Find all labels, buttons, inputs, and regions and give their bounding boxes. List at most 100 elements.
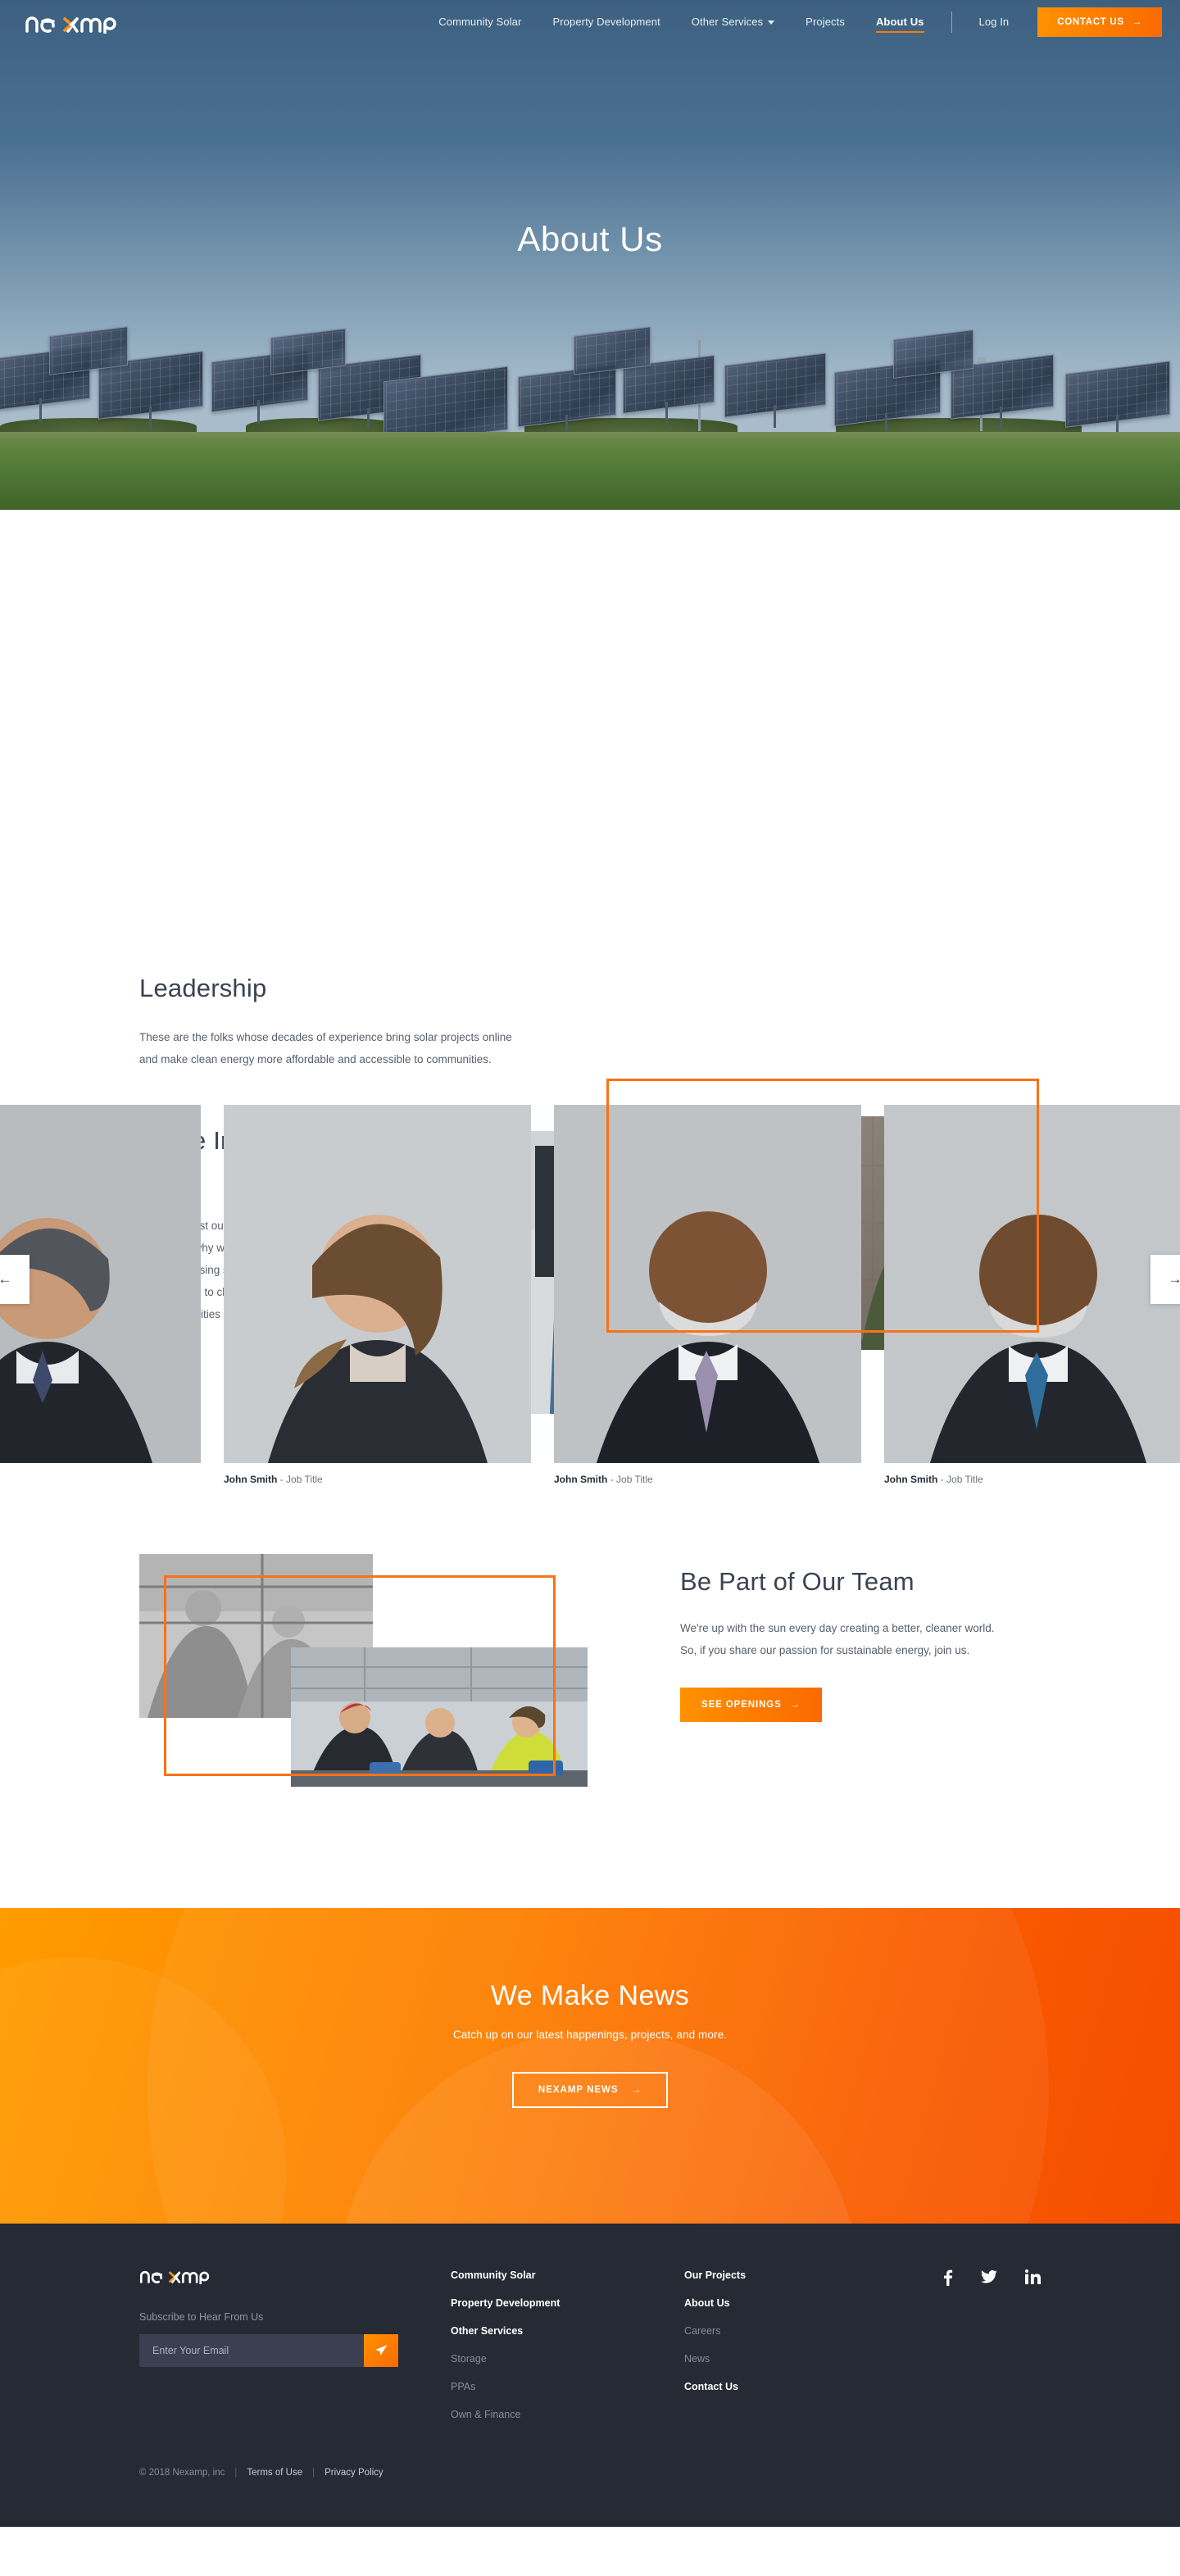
footer-link-ppas[interactable]: PPAs xyxy=(451,2381,684,2392)
nav-item-projects[interactable]: Projects xyxy=(790,0,860,44)
orange-accent-frame xyxy=(164,1574,556,1776)
nexamp-news-label: NEXAMP NEWS xyxy=(538,2084,619,2095)
news-cta-section: We Make News Catch up on our latest happ… xyxy=(0,1907,1180,2224)
footer-link-own-and-finance[interactable]: Own & Finance xyxy=(451,2409,684,2420)
subscribe-heading: Subscribe to Hear From Us xyxy=(139,2310,264,2323)
leadership-name-label: John Smith - Job Title xyxy=(554,1474,861,1485)
news-content: We Make News Catch up on our latest happ… xyxy=(0,1908,1180,2108)
contact-us-button[interactable]: CONTACT US → xyxy=(1037,7,1162,37)
login-link[interactable]: Log In xyxy=(964,0,1025,44)
see-openings-button[interactable]: SEE OPENINGS → xyxy=(680,1688,823,1723)
nav-divider xyxy=(951,11,952,33)
nexamp-logo-icon xyxy=(139,2270,210,2285)
facebook-icon xyxy=(944,2269,953,2286)
footer-link-other-services[interactable]: Other Services xyxy=(451,2325,684,2337)
terms-of-use-link[interactable]: Terms of Use xyxy=(247,2468,302,2478)
carousel-next-button[interactable]: → xyxy=(1150,1254,1180,1304)
footer-link-property-development[interactable]: Property Development xyxy=(451,2297,684,2309)
leadership-name-label: John Smith - Job Title xyxy=(224,1474,531,1485)
twitter-link[interactable] xyxy=(981,2268,997,2437)
portrait-photo xyxy=(0,1104,201,1463)
leadership-separator: - xyxy=(277,1473,287,1485)
team-copy-block: Be Part of Our Team We're up with the su… xyxy=(680,1565,1008,1723)
footer-link-storage[interactable]: Storage xyxy=(451,2353,684,2365)
footer-logo[interactable] xyxy=(139,2266,213,2288)
footer-link-our-projects[interactable]: Our Projects xyxy=(684,2269,852,2281)
nav-label: Community Solar xyxy=(438,16,522,28)
legal-separator: | xyxy=(234,2467,238,2478)
nav-label: Projects xyxy=(806,16,845,28)
email-field[interactable] xyxy=(139,2333,364,2367)
leadership-name-label: John Smith - Job Title xyxy=(0,1474,201,1485)
leadership-separator: - xyxy=(607,1473,617,1485)
nexamp-news-button[interactable]: NEXAMP NEWS → xyxy=(511,2071,669,2108)
linkedin-icon xyxy=(1025,2269,1041,2284)
long-run-section: We’re In It For The Long Run Solar isn’t… xyxy=(0,510,1180,1414)
footer-columns: Subscribe to Hear From Us Community Sola… xyxy=(139,2266,1041,2437)
privacy-policy-link[interactable]: Privacy Policy xyxy=(324,2468,384,2478)
arrow-right-icon: → xyxy=(790,1700,801,1711)
news-subtitle: Catch up on our latest happenings, proje… xyxy=(452,2028,728,2041)
paper-plane-icon xyxy=(374,2345,388,2356)
legal-separator: | xyxy=(312,2467,315,2478)
footer-social-links xyxy=(942,2266,1041,2437)
leadership-title: Job Title xyxy=(616,1473,653,1485)
leadership-name: John Smith xyxy=(884,1473,938,1485)
subscribe-form xyxy=(139,2333,398,2367)
copyright-text: © 2018 Nexamp, inc xyxy=(139,2467,225,2478)
team-title: Be Part of Our Team xyxy=(680,1566,914,1596)
orange-accent-frame xyxy=(606,1079,1039,1333)
site-footer: Subscribe to Hear From Us Community Sola… xyxy=(0,2223,1180,2527)
site-logo[interactable] xyxy=(25,11,121,34)
footer-subscribe-column: Subscribe to Hear From Us xyxy=(139,2266,451,2437)
twitter-icon xyxy=(981,2269,997,2283)
see-openings-label: SEE OPENINGS xyxy=(701,1700,782,1711)
leadership-card[interactable]: John Smith - Job Title xyxy=(0,1104,201,1485)
leadership-title: Job Title xyxy=(286,1473,323,1485)
team-body: We're up with the sun every day creating… xyxy=(680,1622,995,1657)
leadership-name: John Smith xyxy=(224,1473,278,1485)
nav-item-community-solar[interactable]: Community Solar xyxy=(423,0,537,44)
nav-label: About Us xyxy=(875,16,924,28)
nav-label: Property Development xyxy=(552,16,660,28)
contact-us-label: CONTACT US xyxy=(1057,17,1124,27)
leadership-card[interactable]: John Smith - Job Title xyxy=(224,1104,531,1485)
nexamp-logo-icon xyxy=(25,16,116,34)
portrait-photo xyxy=(224,1104,531,1463)
footer-link-news[interactable]: News xyxy=(684,2353,852,2365)
leadership-separator: - xyxy=(937,1473,947,1485)
carousel-prev-button[interactable]: ← xyxy=(0,1254,30,1304)
footer-link-column-services: Community Solar Property Development Oth… xyxy=(451,2266,684,2437)
arrow-right-icon: → xyxy=(1132,17,1142,27)
team-section: Be Part of Our Team We're up with the su… xyxy=(0,1523,1180,1908)
leadership-name-label: John Smith - Job Title xyxy=(884,1474,1180,1485)
leadership-title: Job Title xyxy=(946,1473,983,1485)
top-navigation-bar: Community Solar Property Development Oth… xyxy=(0,0,1180,44)
arrow-left-icon: ← xyxy=(0,1270,12,1287)
news-title: We Make News xyxy=(490,1979,690,2011)
leadership-name: John Smith xyxy=(554,1473,608,1485)
nav-item-other-services[interactable]: Other Services xyxy=(676,0,790,44)
nav-label: Other Services xyxy=(691,16,764,28)
nav-item-property-development[interactable]: Property Development xyxy=(537,0,675,44)
chevron-down-icon xyxy=(768,20,775,25)
arrow-right-icon: → xyxy=(1168,1270,1180,1287)
hero-ground xyxy=(0,432,1180,510)
facebook-link[interactable] xyxy=(942,2268,953,2437)
footer-link-about-us[interactable]: About Us xyxy=(684,2297,852,2309)
arrow-right-icon: → xyxy=(631,2084,642,2095)
linkedin-link[interactable] xyxy=(1025,2268,1041,2437)
login-label: Log In xyxy=(978,16,1010,28)
page-title: About Us xyxy=(517,220,663,258)
nav-item-about-us[interactable]: About Us xyxy=(860,0,940,44)
footer-legal: © 2018 Nexamp, inc | Terms of Use | Priv… xyxy=(139,2468,1041,2478)
main-nav: Community Solar Property Development Oth… xyxy=(423,0,1180,44)
leadership-portrait xyxy=(224,1104,531,1463)
footer-link-careers[interactable]: Careers xyxy=(684,2325,852,2337)
hero-section: About Us Community Solar Property Develo… xyxy=(0,0,1180,510)
page-root: About Us Community Solar Property Develo… xyxy=(0,0,1180,2527)
footer-link-column-company: Our Projects About Us Careers News Conta… xyxy=(684,2266,852,2437)
subscribe-submit-button[interactable] xyxy=(364,2333,398,2367)
footer-link-community-solar[interactable]: Community Solar xyxy=(451,2269,684,2281)
footer-link-contact-us[interactable]: Contact Us xyxy=(684,2381,852,2392)
